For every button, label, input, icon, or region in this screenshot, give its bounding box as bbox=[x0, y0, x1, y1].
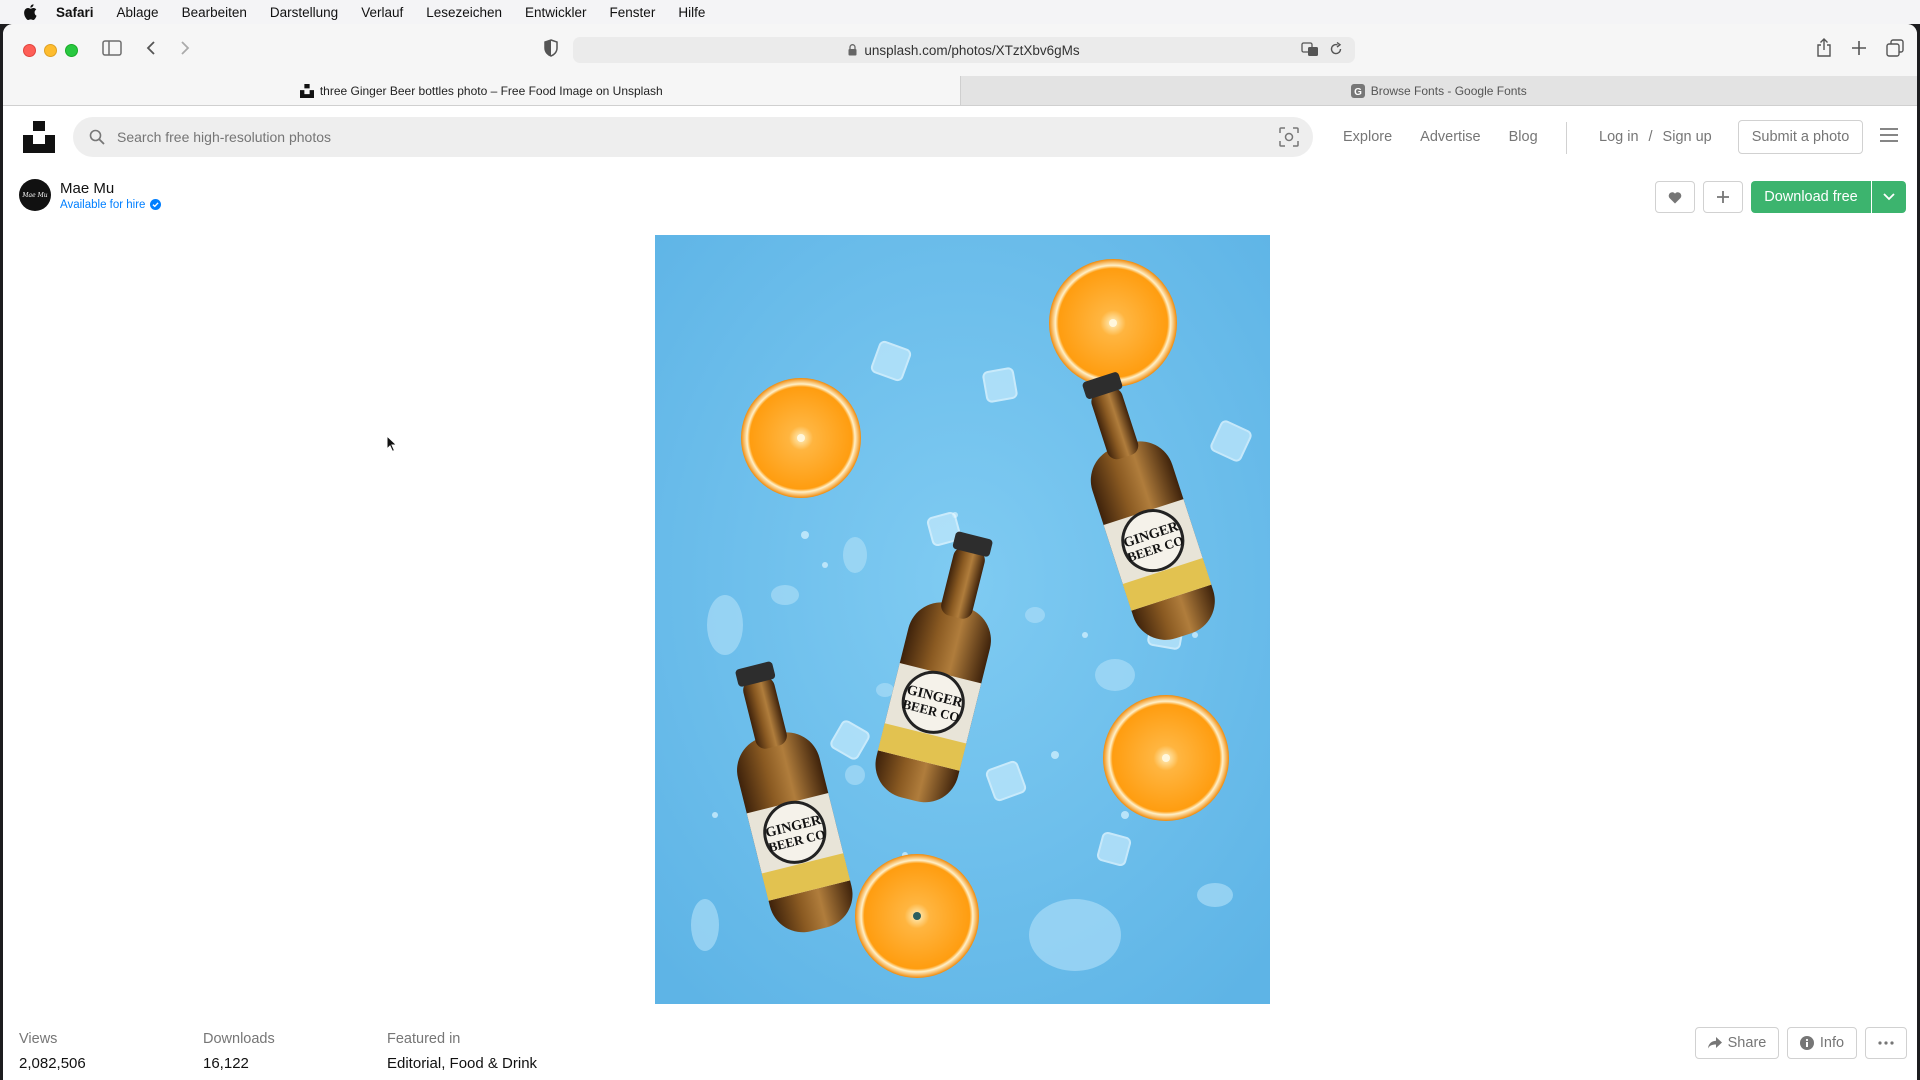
new-tab-icon[interactable] bbox=[1851, 40, 1867, 56]
visual-search-icon[interactable] bbox=[1279, 127, 1299, 147]
share-arrow-icon bbox=[1707, 1037, 1722, 1049]
more-options-button[interactable] bbox=[1865, 1027, 1907, 1059]
share-label: Share bbox=[1727, 1035, 1767, 1051]
nav-advertise[interactable]: Advertise bbox=[1420, 129, 1480, 145]
menu-app-name[interactable]: Safari bbox=[56, 5, 94, 20]
tab-title: three Ginger Beer bottles photo – Free F… bbox=[319, 83, 663, 98]
reload-icon[interactable] bbox=[1329, 42, 1343, 56]
hire-status-text: Available for hire bbox=[60, 198, 146, 211]
forward-icon[interactable] bbox=[180, 40, 190, 56]
like-button[interactable] bbox=[1655, 181, 1695, 213]
info-icon bbox=[1799, 1036, 1814, 1050]
heart-icon bbox=[1668, 191, 1682, 204]
tab-title: Browse Fonts - Google Fonts bbox=[1370, 83, 1527, 98]
menu-verlauf[interactable]: Verlauf bbox=[361, 5, 403, 20]
menu-ablage[interactable]: Ablage bbox=[117, 5, 159, 20]
browser-window: unsplash.com/photos/XTztXbv6gMs three Gi… bbox=[3, 24, 1917, 1080]
featured-label: Featured in bbox=[387, 1031, 461, 1047]
info-label: Info bbox=[1819, 1035, 1845, 1051]
share-page-icon[interactable] bbox=[1816, 38, 1832, 58]
unsplash-logo-icon[interactable] bbox=[23, 121, 55, 153]
unsplash-favicon-icon bbox=[299, 83, 314, 98]
tab-google-fonts[interactable]: G Browse Fonts - Google Fonts bbox=[961, 76, 1918, 105]
nav-explore[interactable]: Explore bbox=[1343, 129, 1392, 145]
mouse-cursor-icon bbox=[386, 434, 398, 458]
downloads-label: Downloads bbox=[203, 1031, 275, 1047]
featured-stat: Featured in Editorial, Food & Drink bbox=[387, 1031, 687, 1072]
minimize-window-button[interactable] bbox=[44, 44, 57, 57]
menu-lesezeichen[interactable]: Lesezeichen bbox=[426, 5, 502, 20]
chevron-down-icon bbox=[1883, 193, 1895, 201]
views-label: Views bbox=[19, 1031, 58, 1047]
main-photo[interactable]: GINGER BEER CO GINGER BEER CO GINGER BEE… bbox=[655, 235, 1270, 1004]
author-name[interactable]: Mae Mu bbox=[60, 180, 161, 197]
photo-stats: Views 2,082,506 Downloads 16,122 Feature… bbox=[19, 1031, 687, 1072]
search-input[interactable] bbox=[117, 129, 1217, 145]
signup-link[interactable]: Sign up bbox=[1663, 129, 1712, 145]
info-button[interactable]: Info bbox=[1787, 1027, 1857, 1059]
avatar[interactable]: Mae Mu bbox=[19, 179, 51, 211]
close-window-button[interactable] bbox=[23, 44, 36, 57]
login-link[interactable]: Log in bbox=[1599, 129, 1639, 145]
photo-illustration: GINGER BEER CO GINGER BEER CO GINGER BEE… bbox=[655, 235, 1270, 1004]
sidebar-toggle-icon[interactable] bbox=[102, 40, 122, 56]
main-nav: Explore Advertise Blog bbox=[1343, 106, 1566, 168]
apple-menu-icon[interactable] bbox=[20, 2, 40, 22]
hire-status[interactable]: Available for hire bbox=[60, 198, 162, 211]
views-value: 2,082,506 bbox=[19, 1055, 86, 1072]
tab-unsplash[interactable]: three Ginger Beer bottles photo – Free F… bbox=[3, 76, 961, 105]
auth-links: Log in / Sign up bbox=[1599, 106, 1712, 168]
svg-text:G: G bbox=[1354, 87, 1362, 98]
site-header: Explore Advertise Blog Log in / Sign up … bbox=[3, 106, 1917, 168]
author-info[interactable]: Mae Mu Mae Mu Available for hire bbox=[19, 179, 162, 211]
zoom-window-button[interactable] bbox=[65, 44, 78, 57]
submit-photo-button[interactable]: Submit a photo bbox=[1738, 120, 1863, 154]
downloads-stat: Downloads 16,122 bbox=[203, 1031, 387, 1072]
menu-entwickler[interactable]: Entwickler bbox=[525, 5, 587, 20]
nav-blog[interactable]: Blog bbox=[1509, 129, 1538, 145]
nav-divider bbox=[1566, 122, 1567, 154]
featured-value[interactable]: Editorial, Food & Drink bbox=[387, 1055, 687, 1072]
menu-hilfe[interactable]: Hilfe bbox=[678, 5, 705, 20]
tab-bar: three Ginger Beer bottles photo – Free F… bbox=[3, 76, 1917, 106]
menu-bearbeiten[interactable]: Bearbeiten bbox=[182, 5, 247, 20]
plus-icon bbox=[1716, 190, 1730, 204]
lock-icon bbox=[848, 44, 857, 56]
auth-separator: / bbox=[1648, 129, 1653, 145]
search-bar[interactable] bbox=[73, 117, 1313, 157]
address-bar[interactable]: unsplash.com/photos/XTztXbv6gMs bbox=[573, 37, 1355, 63]
translate-icon[interactable] bbox=[1301, 42, 1319, 57]
verified-badge-icon bbox=[150, 199, 162, 210]
add-to-collection-button[interactable] bbox=[1703, 181, 1743, 213]
browser-toolbar: unsplash.com/photos/XTztXbv6gMs bbox=[3, 24, 1917, 76]
more-dots-icon bbox=[1878, 1041, 1894, 1045]
download-button[interactable]: Download free bbox=[1751, 181, 1871, 213]
download-options-button[interactable] bbox=[1872, 181, 1906, 213]
window-controls bbox=[23, 44, 78, 57]
downloads-value: 16,122 bbox=[203, 1055, 249, 1072]
google-fonts-favicon-icon: G bbox=[1350, 83, 1365, 98]
menu-fenster[interactable]: Fenster bbox=[610, 5, 656, 20]
tab-overview-icon[interactable] bbox=[1886, 39, 1904, 57]
menu-darstellung[interactable]: Darstellung bbox=[270, 5, 338, 20]
url-text: unsplash.com/photos/XTztXbv6gMs bbox=[864, 42, 1080, 58]
back-icon[interactable] bbox=[146, 40, 156, 56]
search-icon bbox=[89, 129, 105, 145]
privacy-shield-icon[interactable] bbox=[544, 39, 558, 57]
mac-menubar: Safari Ablage Bearbeiten Darstellung Ver… bbox=[0, 0, 1920, 24]
share-button[interactable]: Share bbox=[1695, 1027, 1779, 1059]
hamburger-menu-icon[interactable] bbox=[1880, 128, 1898, 142]
views-stat: Views 2,082,506 bbox=[19, 1031, 203, 1072]
